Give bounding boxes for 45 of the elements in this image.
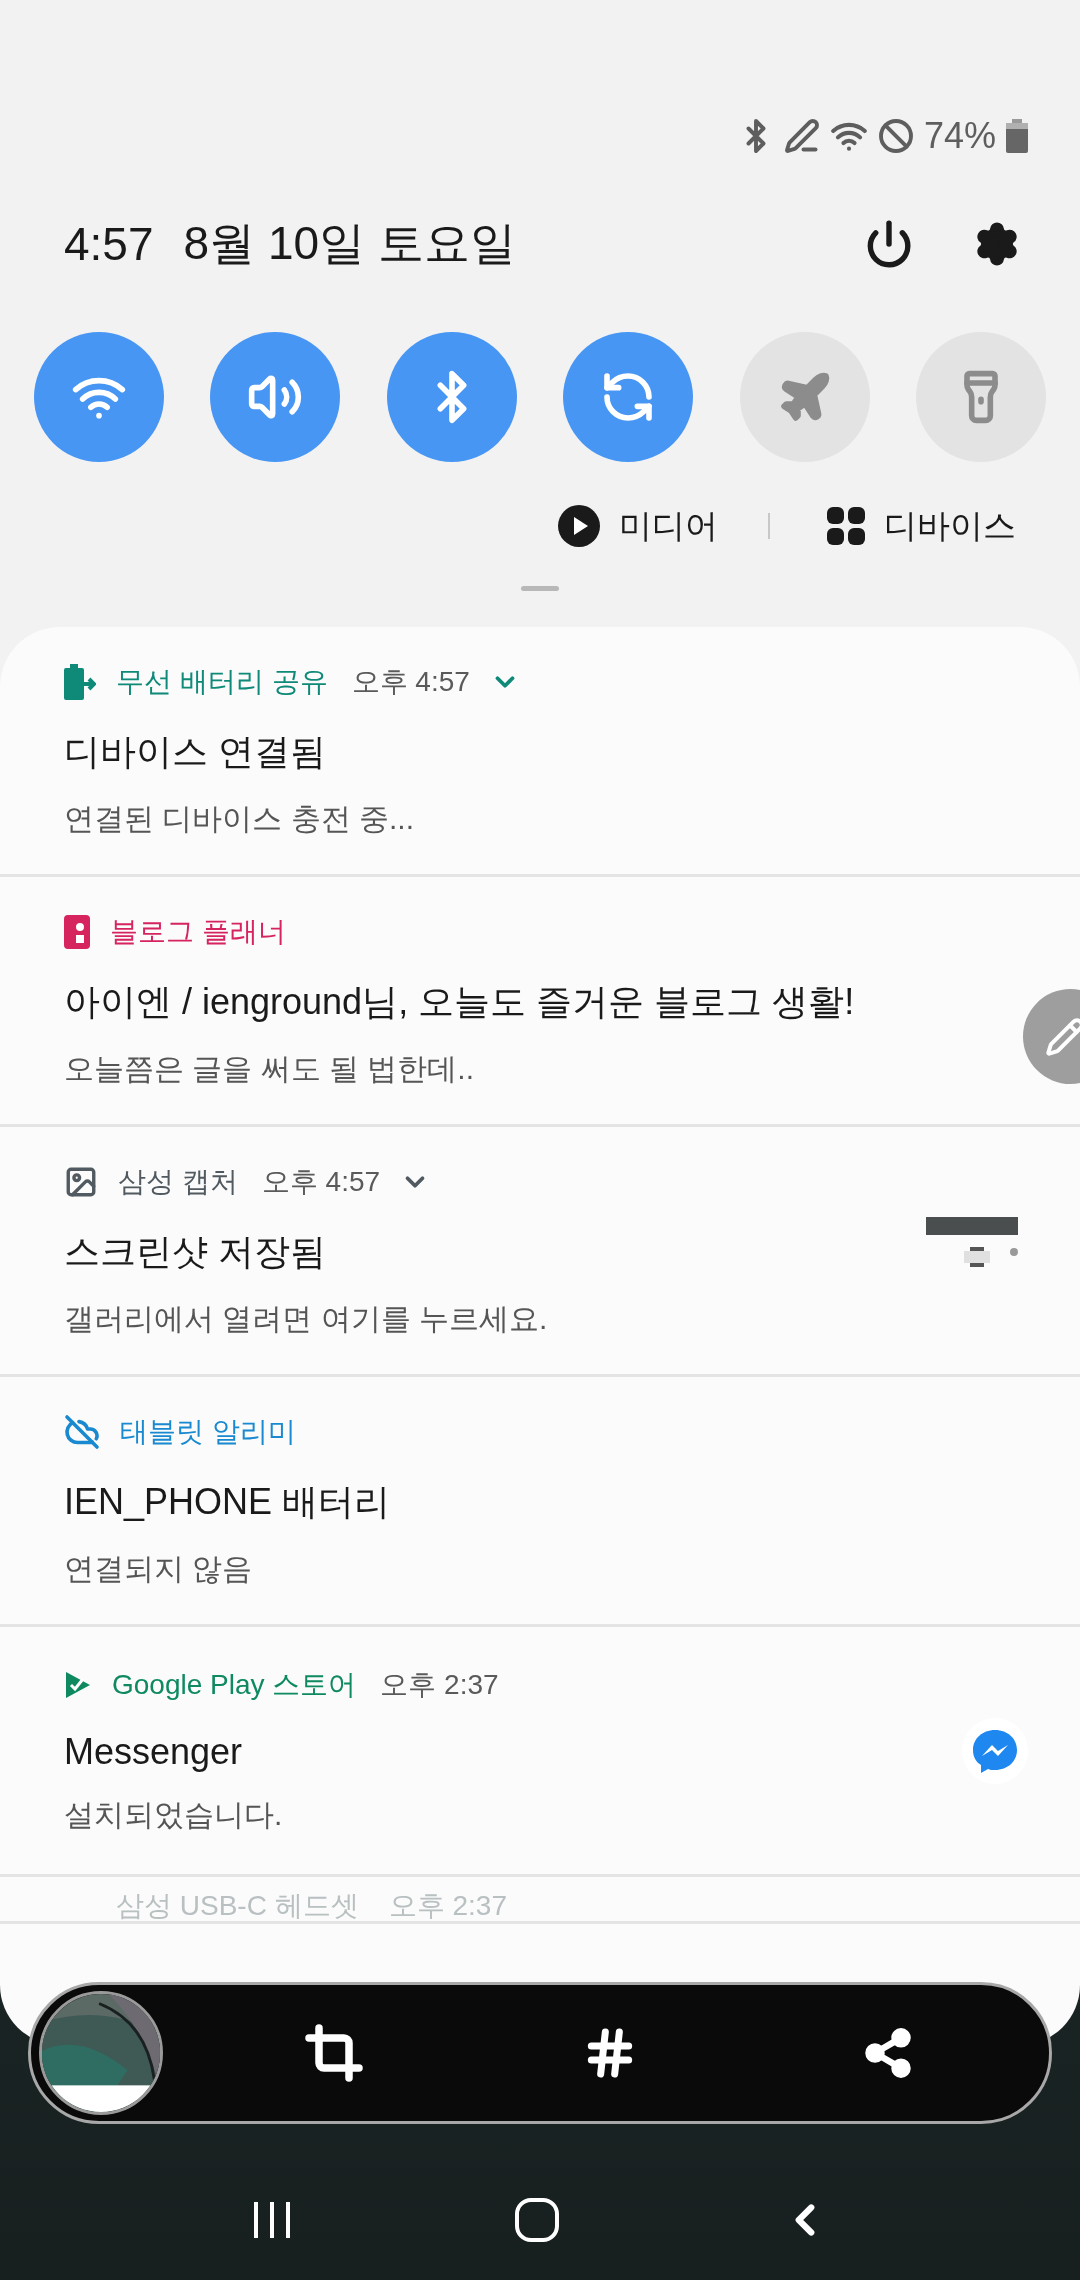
settings-button[interactable] bbox=[974, 221, 1020, 267]
app-name: 삼성 USB-C 헤드셋 bbox=[116, 1891, 359, 1921]
battery-icon bbox=[64, 663, 96, 700]
app-name: 태블릿 알리미 bbox=[120, 1414, 296, 1449]
notification-time: 오후 2:37 bbox=[388, 1891, 507, 1921]
notification-text: 오늘쯤은 글을 써도 될 법한데.. bbox=[64, 1050, 475, 1087]
devices-button[interactable]: 디바이스 bbox=[826, 503, 1016, 549]
media-button[interactable]: 미디어 bbox=[557, 503, 718, 549]
notification-title: IEN_PHONE 배터리 bbox=[64, 1479, 392, 1524]
battery-icon bbox=[1006, 119, 1028, 153]
notification-card[interactable]: 삼성 캡처 오후 4:57 스크린샷 저장됨 갤러리에서 열려면 여기를 누르세요. bbox=[0, 1127, 1080, 1377]
notification-card[interactable]: 태블릿 알리미 IEN_PHONE 배터리 연결되지 않음 bbox=[0, 1377, 1080, 1627]
play-icon bbox=[557, 504, 601, 548]
notification-text: 연결되지 않음 bbox=[64, 1550, 254, 1587]
notification-text: 설치되었습니다. bbox=[64, 1797, 284, 1833]
grid-icon bbox=[826, 506, 866, 546]
battery-percentage: 74% bbox=[923, 115, 996, 157]
cloud-off-icon bbox=[64, 1413, 100, 1450]
notification-time: 오후 2:37 bbox=[380, 1668, 499, 1702]
notification-time: 오후 4:57 bbox=[261, 1164, 381, 1199]
pencil-icon bbox=[1045, 1016, 1080, 1057]
app-name: 블로그 플래너 bbox=[110, 914, 286, 949]
share-button[interactable] bbox=[862, 2027, 914, 2079]
home-button[interactable] bbox=[514, 2197, 560, 2243]
notification-text: 갤러리에서 열려면 여기를 누르세요. bbox=[64, 1300, 549, 1337]
notification-title: 디바이스 연결됨 bbox=[64, 729, 327, 774]
drag-handle[interactable] bbox=[521, 586, 559, 591]
play-store-icon bbox=[64, 1670, 92, 1700]
notification-card[interactable]: 무선 배터리 공유 오후 4:57 디바이스 연결됨 연결된 디바이스 충전 중... bbox=[0, 627, 1080, 877]
notification-title: Messenger bbox=[64, 1731, 244, 1773]
notebook-icon bbox=[64, 914, 90, 949]
notification-title: 스크린샷 저장됨 bbox=[64, 1229, 327, 1274]
clock: 4:57 bbox=[64, 217, 154, 271]
app-name: 무선 배터리 공유 bbox=[116, 664, 328, 699]
notification-time: 오후 4:57 bbox=[351, 664, 470, 699]
notification-card[interactable]: Google Play 스토어 오후 2:37 Messenger 설치되었습니다. bbox=[0, 1627, 1080, 1877]
notification-card[interactable]: 블로그 플래너 아이엔 / ienground님, 오늘도 즐거운 블로그 생활! 오늘쯤은 글을 써도 될 법한데.. bbox=[0, 877, 1080, 1127]
crop-edit-button[interactable] bbox=[304, 2023, 364, 2083]
app-name: 삼성 캡처 bbox=[118, 1164, 238, 1199]
notification-title: 아이엔 / ienground님, 오늘도 즐거운 블로그 생활! bbox=[64, 979, 856, 1024]
pen-icon bbox=[783, 118, 820, 154]
app-name: Google Play 스토어 bbox=[112, 1668, 357, 1702]
notification-text: 연결된 디바이스 충전 중... bbox=[64, 800, 415, 837]
do-not-disturb-icon bbox=[877, 118, 914, 154]
date: 8월 10일 토요일 bbox=[183, 216, 517, 271]
